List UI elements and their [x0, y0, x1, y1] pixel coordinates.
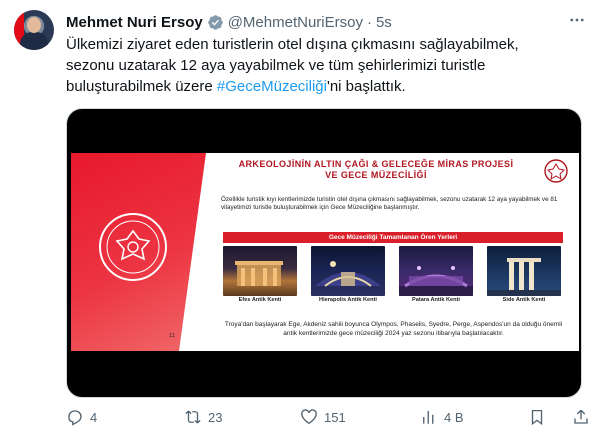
- slide-title: ARKEOLOJİNİN ALTIN ÇAĞI & GELECEĞE MİRAS…: [238, 159, 514, 180]
- slide-paragraph: Özellikle turistik kıyı kentlerimizde tu…: [221, 196, 558, 212]
- share-button[interactable]: [572, 406, 596, 428]
- repost-count: 23: [208, 409, 223, 425]
- more-horizontal-icon[interactable]: [566, 10, 588, 30]
- verified-badge-icon: [207, 14, 223, 30]
- side-photo: [487, 246, 561, 296]
- site-caption: Side Antik Kenti: [502, 297, 546, 303]
- like-count: 151: [324, 409, 346, 425]
- author-handle[interactable]: @MehmetNuriErsoy: [228, 14, 363, 31]
- slide-page-number: 11: [169, 333, 175, 339]
- tweet-text-line-1: Ülkemizi ziyaret eden turistlerin otel d…: [66, 36, 519, 53]
- heart-icon: [301, 409, 317, 425]
- site-gallery: Efes Antik Kenti Hierapolis Antik Kenti …: [223, 246, 563, 306]
- author-avatar[interactable]: [14, 10, 54, 50]
- presentation-slide: ARKEOLOJİNİN ALTIN ÇAĞI & GELECEĞE MİRAS…: [71, 153, 579, 351]
- hierapolis-photo: [311, 246, 385, 296]
- tweet-timestamp[interactable]: 5s: [376, 14, 392, 31]
- like-button[interactable]: 151: [300, 406, 346, 428]
- tweet-actions: 4 23 151 4 B: [66, 406, 596, 428]
- reply-icon: [68, 410, 82, 426]
- site-caption: Patara Antik Kenti: [412, 297, 460, 303]
- site-card-hierapolis: Hierapolis Antik Kenti: [311, 246, 385, 306]
- bookmark-button[interactable]: [528, 406, 552, 428]
- tweet-text-line-3: buluşturabilmek üzere #GeceMüzeciliği'ni…: [66, 78, 406, 95]
- site-card-efes: Efes Antik Kenti: [223, 246, 297, 306]
- tweet-media-image[interactable]: ARKEOLOJİNİN ALTIN ÇAĞI & GELECEĞE MİRAS…: [66, 108, 582, 398]
- reply-count: 4: [90, 409, 98, 425]
- bookmark-icon: [531, 409, 543, 426]
- reply-button[interactable]: 4: [66, 406, 97, 428]
- site-card-patara: Patara Antik Kenti: [399, 246, 473, 306]
- patara-photo: [399, 246, 473, 296]
- views-button[interactable]: 4 B: [420, 406, 464, 428]
- separator-dot: ·: [366, 13, 372, 31]
- repost-icon: [185, 410, 201, 424]
- author-name[interactable]: Mehmet Nuri Ersoy: [66, 14, 203, 31]
- tweet-text: Ülkemizi ziyaret eden turistlerin otel d…: [66, 34, 586, 97]
- hashtag-link[interactable]: #GeceMüzeciliği: [217, 78, 327, 95]
- slide-footer: Troya'dan başlayarak Ege, Akdeniz sahili…: [224, 321, 563, 337]
- tweet-header: Mehmet Nuri Ersoy @MehmetNuriErsoy · 5s: [66, 12, 392, 32]
- slide-section-bar: Gece Müzeciliği Tamamlanan Ören Yerleri: [223, 232, 563, 243]
- site-card-side: Side Antik Kenti: [487, 246, 561, 306]
- site-caption: Hierapolis Antik Kenti: [319, 297, 377, 303]
- ministry-logo-icon: [544, 159, 568, 183]
- views-chart-icon: [423, 411, 434, 424]
- share-icon: [574, 409, 588, 424]
- efes-photo: [223, 246, 297, 296]
- repost-button[interactable]: 23: [184, 406, 222, 428]
- views-count: 4 B: [444, 409, 464, 425]
- ministry-seal-icon: [99, 213, 167, 281]
- site-caption: Efes Antik Kenti: [238, 297, 282, 303]
- tweet-text-line-2: sezonu uzatarak 12 aya yayabilmek ve tüm…: [66, 57, 486, 74]
